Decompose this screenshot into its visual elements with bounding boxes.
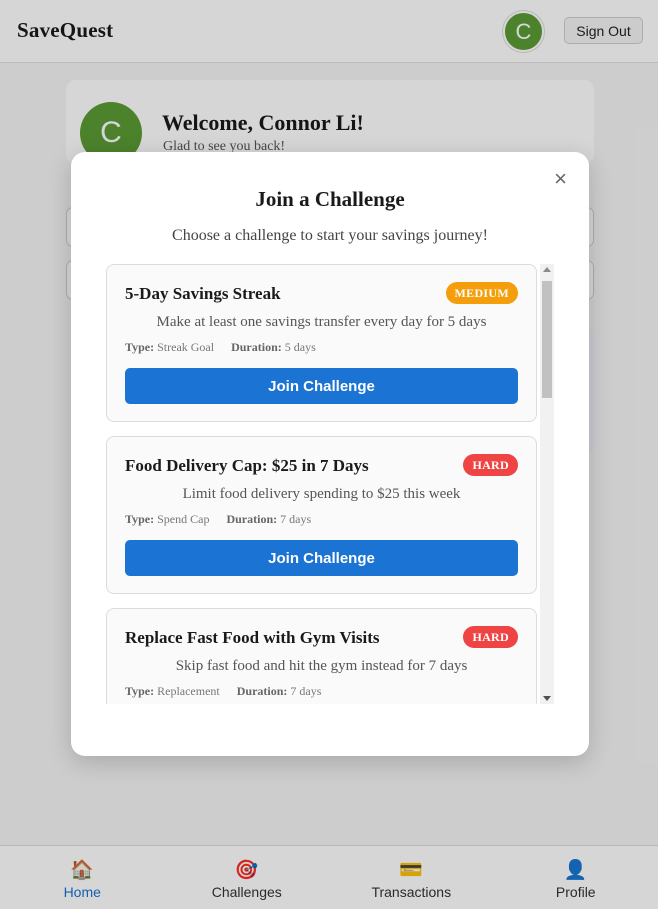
difficulty-badge: MEDIUM bbox=[445, 282, 518, 304]
duration-label: Duration: bbox=[231, 340, 282, 354]
challenge-card: 5-Day Savings Streak MEDIUM Make at least … bbox=[106, 264, 537, 422]
challenge-card: Replace Fast Food with Gym Visits HARD Ski… bbox=[106, 608, 537, 704]
challenge-meta: Type: Replacement Duration: 7 days bbox=[125, 684, 321, 699]
scrollbar[interactable] bbox=[540, 264, 554, 704]
modal-title: Join a Challenge bbox=[255, 187, 405, 211]
scroll-up-arrow-icon[interactable] bbox=[543, 267, 551, 272]
challenge-list[interactable]: 5-Day Savings Streak MEDIUM Make at least … bbox=[106, 264, 554, 704]
join-challenge-modal: × Join a Challenge Choose a challenge to… bbox=[71, 152, 589, 756]
challenge-title: Replace Fast Food with Gym Visits bbox=[125, 628, 380, 647]
duration-label: Duration: bbox=[236, 684, 288, 698]
challenge-description: Limit food delivery spending to $25 this… bbox=[182, 486, 461, 502]
join-challenge-button[interactable]: Join Challenge bbox=[125, 540, 518, 576]
join-challenge-button[interactable]: Join Challenge bbox=[125, 368, 518, 404]
difficulty-badge: HARD bbox=[463, 454, 518, 476]
challenge-duration: 5 days bbox=[284, 340, 316, 354]
challenge-description: Skip fast food and hit the gym instead f… bbox=[175, 658, 468, 674]
challenge-meta: Type: Spend Cap Duration: 7 days bbox=[125, 512, 311, 527]
challenge-duration: 7 days bbox=[290, 684, 322, 698]
type-label: Type: bbox=[125, 512, 155, 526]
modal-subtitle: Choose a challenge to start your savings… bbox=[172, 227, 488, 244]
challenge-type: Streak Goal bbox=[157, 340, 215, 354]
challenge-card: Food Delivery Cap: $25 in 7 Days HARD Limi… bbox=[106, 436, 537, 594]
challenge-description: Make at least one savings transfer every… bbox=[156, 314, 487, 330]
challenge-title: Food Delivery Cap: $25 in 7 Days bbox=[125, 456, 369, 475]
challenge-type: Spend Cap bbox=[157, 512, 210, 526]
challenge-type: Replacement bbox=[157, 684, 220, 698]
challenge-title: 5-Day Savings Streak bbox=[125, 284, 281, 303]
type-label: Type: bbox=[125, 340, 155, 354]
duration-label: Duration: bbox=[226, 512, 278, 526]
challenge-duration: 7 days bbox=[280, 512, 312, 526]
difficulty-badge: HARD bbox=[463, 626, 518, 648]
type-label: Type: bbox=[125, 684, 155, 698]
scrollbar-thumb[interactable] bbox=[542, 281, 552, 398]
scroll-down-arrow-icon[interactable] bbox=[543, 696, 551, 701]
challenge-meta: Type: Streak Goal Duration: 5 days bbox=[125, 340, 316, 355]
